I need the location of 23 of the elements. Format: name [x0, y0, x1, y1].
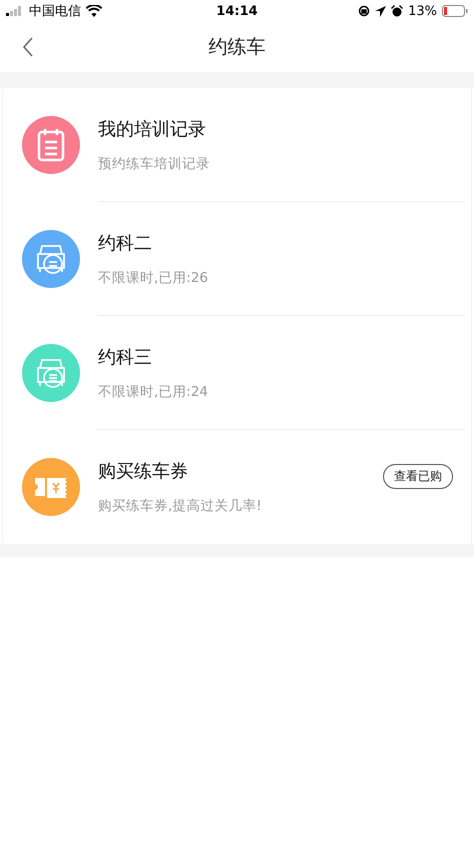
item-subtitle: 预约练车培训记录	[98, 154, 211, 172]
item-subtitle: 购买练车券,提高过关几率!	[98, 497, 263, 515]
clock-time: 14:14	[216, 4, 258, 18]
wifi-icon	[86, 5, 102, 17]
battery-icon	[442, 5, 468, 17]
battery-percent: 13%	[408, 4, 437, 18]
car-icon	[34, 242, 68, 276]
item-title[interactable]: 约科三	[98, 344, 152, 368]
carrier-name: 中国电信	[29, 3, 81, 20]
item-title[interactable]: 我的培训记录	[98, 116, 206, 140]
item-title[interactable]: 购买练车券	[98, 459, 188, 483]
rotation-lock-icon	[358, 5, 370, 17]
location-icon	[375, 6, 386, 16]
car-icon	[34, 356, 68, 390]
signal-icon	[6, 6, 24, 16]
item-subtitle: 不限课时,已用:26	[98, 268, 210, 286]
alarm-icon	[391, 5, 404, 17]
item-subtitle: 不限课时,已用:24	[98, 382, 210, 400]
view-purchased-button[interactable]: 查看已购	[383, 464, 453, 489]
item-title[interactable]: 约科二	[98, 230, 152, 254]
page-title: 约练车	[208, 35, 266, 60]
back-icon[interactable]	[22, 37, 34, 57]
notepad-icon	[37, 128, 65, 162]
